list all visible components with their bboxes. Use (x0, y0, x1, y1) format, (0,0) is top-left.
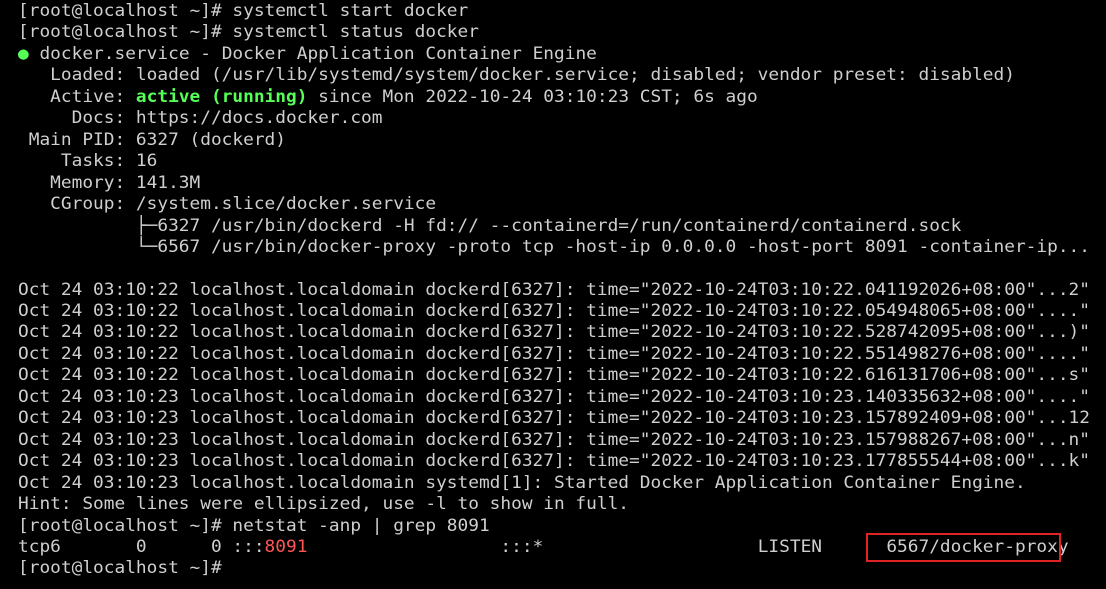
service-header-line: ● docker.service - Docker Application Co… (18, 44, 597, 65)
netstat-foreign-state: :::* LISTEN (307, 537, 887, 557)
active-status: active (running) (135, 87, 308, 107)
service-header-text: docker.service - Docker Application Cont… (28, 44, 597, 64)
main-pid-line: Main PID: 6327 (dockerd) (18, 130, 286, 150)
active-line: Active: active (running) since Mon 2022-… (18, 87, 758, 108)
active-label: Active: (18, 87, 136, 107)
prompt-line-start-docker: [root@localhost ~]# systemctl start dock… (18, 1, 469, 21)
journal-line: Oct 24 03:10:22 localhost.localdomain do… (18, 301, 1090, 321)
journal-line: Oct 24 03:10:23 localhost.localdomain do… (18, 430, 1090, 450)
journal-line: Oct 24 03:10:22 localhost.localdomain do… (18, 280, 1090, 300)
prompt-line-netstat: [root@localhost ~]# netstat -anp | grep … (18, 516, 490, 536)
prompt-line-current[interactable]: [root@localhost ~]# (18, 558, 232, 579)
memory-line: Memory: 141.3M (18, 173, 201, 193)
cgroup-line: CGroup: /system.slice/docker.service (18, 194, 437, 214)
tasks-line: Tasks: 16 (18, 151, 158, 171)
journal-line-started: Oct 24 03:10:23 localhost.localdomain sy… (18, 473, 1026, 493)
service-active-bullet-icon: ● (18, 44, 29, 64)
cgroup-process-docker-proxy: └─6567 /usr/bin/docker-proxy -proto tcp … (18, 237, 1090, 257)
netstat-port-number: 8091 (264, 537, 308, 557)
journal-line: Oct 24 03:10:22 localhost.localdomain do… (18, 344, 1090, 364)
netstat-proto-prefix: tcp6 0 0 ::: (18, 537, 265, 557)
active-since: since Mon 2022-10-24 03:10:23 CST; 6s ag… (307, 87, 758, 107)
journal-line: Oct 24 03:10:22 localhost.localdomain do… (18, 322, 1090, 342)
process-highlight-box (866, 533, 1061, 562)
docs-line: Docs: https://docs.docker.com (18, 108, 383, 128)
journal-line: Oct 24 03:10:23 localhost.localdomain do… (18, 451, 1090, 471)
prompt-line-status-docker: [root@localhost ~]# systemctl status doc… (18, 22, 479, 42)
hint-line: Hint: Some lines were ellipsized, use -l… (18, 494, 630, 514)
terminal-window[interactable]: [root@localhost ~]# systemctl start dock… (0, 0, 1106, 589)
cgroup-process-dockerd: ├─6327 /usr/bin/dockerd -H fd:// --conta… (18, 216, 962, 236)
loaded-line: Loaded: loaded (/usr/lib/systemd/system/… (18, 65, 1015, 85)
prompt-text: [root@localhost ~]# (18, 558, 233, 578)
journal-line: Oct 24 03:10:23 localhost.localdomain do… (18, 387, 1090, 407)
journal-line: Oct 24 03:10:23 localhost.localdomain do… (18, 408, 1090, 428)
journal-line: Oct 24 03:10:22 localhost.localdomain do… (18, 365, 1090, 385)
